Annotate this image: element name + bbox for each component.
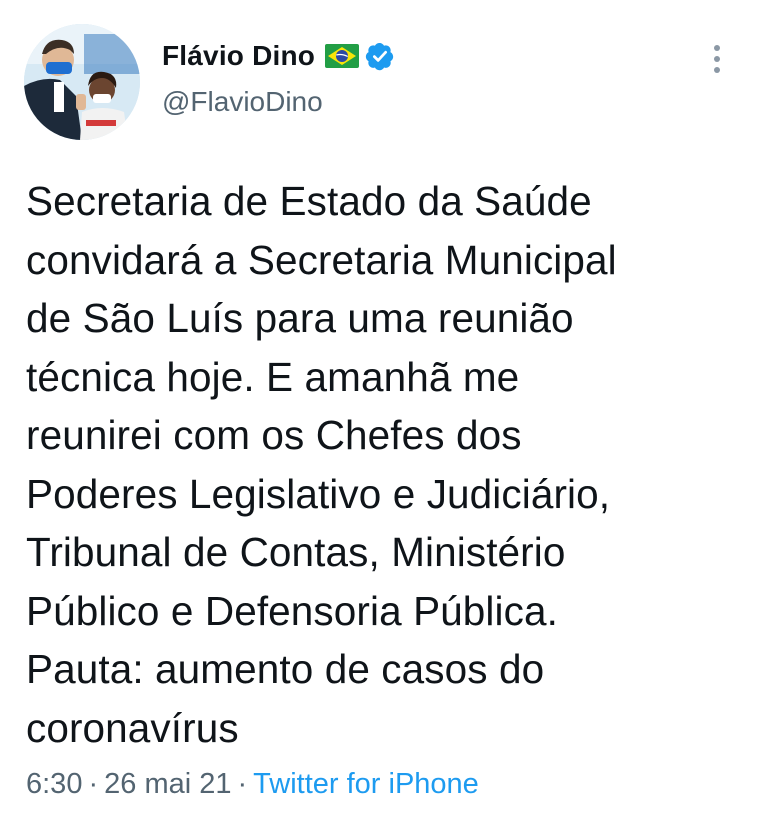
tweet-source-link[interactable]: Twitter for iPhone (253, 768, 479, 800)
meta-separator: · (237, 768, 248, 800)
verified-badge-icon (365, 41, 395, 71)
tweet-date[interactable]: 26 mai 21 (104, 768, 231, 800)
brazil-flag-icon (325, 44, 360, 68)
tweet-time[interactable]: 6:30 (26, 768, 82, 800)
tweet-header: Flávio Dino @FlavioDino (162, 36, 395, 118)
user-handle[interactable]: @FlavioDino (162, 86, 395, 118)
name-row: Flávio Dino (162, 36, 395, 76)
meta-separator: · (88, 768, 99, 800)
avatar[interactable] (24, 24, 140, 140)
tweet-card: Flávio Dino @FlavioDino Secretaria de Es… (0, 0, 760, 832)
tweet-text: Secretaria de Estado da Saúde convidará … (26, 178, 617, 751)
avatar-photo (24, 24, 140, 140)
tweet-meta: 6:30 · 26 mai 21 · Twitter for iPhone (26, 768, 479, 801)
display-name[interactable]: Flávio Dino (162, 40, 315, 72)
more-vertical-icon[interactable] (705, 42, 729, 76)
